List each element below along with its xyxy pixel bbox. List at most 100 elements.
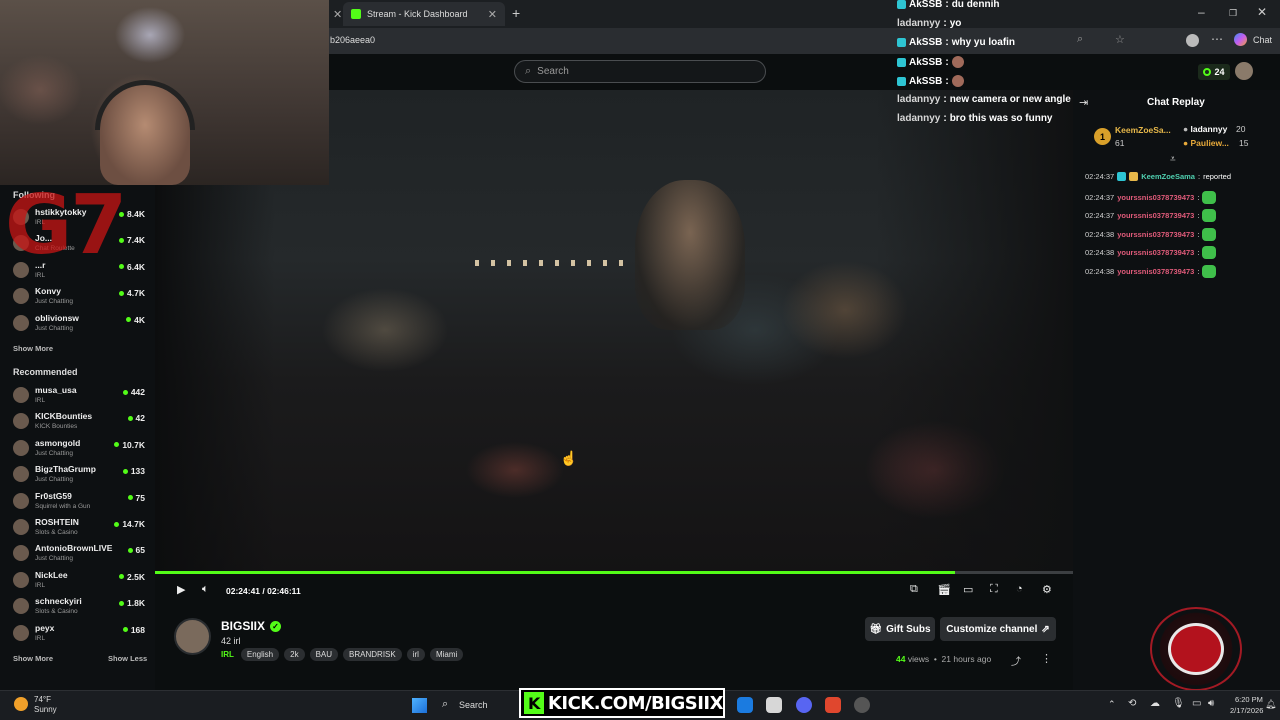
fullscreen-icon[interactable]: ⛶ — [990, 583, 998, 596]
gifter-3-name[interactable]: ● Pauliew... — [1183, 138, 1229, 148]
channel-name: Konvy — [35, 286, 61, 297]
chat-username[interactable]: yourssnis0378739473 — [1117, 193, 1194, 202]
taskbar-search-label[interactable]: Search — [459, 700, 488, 710]
clock-date[interactable]: 2/17/2026 — [1230, 706, 1263, 715]
views-count: 44 — [896, 654, 906, 664]
notification-icon[interactable]: 🔔︎ — [1265, 699, 1276, 710]
sidebar-channel[interactable]: asmongold Just Chatting 10.7K — [13, 436, 149, 460]
stream-tag[interactable]: Miami — [429, 648, 464, 661]
weather-condition: Sunny — [34, 705, 57, 714]
search-input[interactable]: ⌕ Search — [514, 60, 766, 83]
clip-icon[interactable]: 🎬︎ — [937, 583, 951, 596]
profile-icon[interactable] — [1186, 34, 1199, 47]
more-menu-icon[interactable]: ⋯ — [1211, 32, 1223, 46]
gift-subs-button[interactable]: 🎁︎ Gift Subs — [865, 617, 935, 641]
theater-icon[interactable]: ▭ — [963, 583, 973, 596]
more-options-icon[interactable]: ⋮ — [1041, 652, 1052, 665]
tray-app-icon[interactable]: ⟲ — [1128, 698, 1136, 709]
settings-gear-icon[interactable]: ⚙ — [1042, 583, 1052, 596]
search-icon: ⌕ — [525, 65, 532, 77]
tray-mic-icon[interactable]: 🎙︎ — [1172, 698, 1185, 709]
volume-icon[interactable]: 🔈︎ — [202, 583, 209, 596]
edge-icon[interactable] — [737, 697, 753, 713]
sidebar-channel[interactable]: ROSHTEIN Slots & Casino 14.7K — [13, 515, 149, 539]
stream-tag[interactable]: 2k — [284, 648, 305, 661]
viewer-count-text: 133 — [130, 466, 145, 477]
app-red-icon[interactable] — [825, 697, 841, 713]
zoom-icon[interactable]: ⌕ — [1077, 33, 1083, 46]
chat-replay-title: Chat Replay — [1147, 97, 1205, 108]
speed-icon[interactable]: ◔ — [1016, 583, 1023, 595]
channel-category: Just Chatting — [35, 324, 73, 332]
viewer-count: 133 — [122, 466, 145, 477]
chat-username[interactable]: yourssnis0378739473 — [1117, 248, 1194, 257]
sidebar-channel[interactable]: musa_usa IRL 442 — [13, 383, 149, 407]
sidebar-channel[interactable]: BigzThaGrump Just Chatting 133 — [13, 462, 149, 486]
share-icon[interactable]: ⤴ — [1011, 653, 1021, 668]
channel-avatar — [13, 492, 29, 509]
stream-category[interactable]: IRL — [221, 650, 234, 659]
overlay-chat-user: AkSSB — [909, 75, 943, 87]
sidebar-channel[interactable]: Fr0stG59 Squirrel with a Gun 75 — [13, 489, 149, 513]
user-avatar[interactable] — [1235, 62, 1253, 80]
restore-icon[interactable]: ❐ — [1229, 8, 1237, 19]
chat-button[interactable]: Chat — [1253, 35, 1272, 45]
tray-cloud-icon[interactable]: ☁ — [1150, 698, 1160, 709]
copilot-icon[interactable] — [1234, 33, 1247, 46]
overlay-chat-line: AkSSB: — [897, 56, 964, 68]
sidebar-channel[interactable]: AntonioBrownLIVE Just Chatting 65 — [13, 541, 149, 565]
close-window-icon[interactable]: ✕ — [1257, 5, 1267, 19]
windows-start-icon[interactable] — [412, 698, 427, 713]
minimize-icon[interactable]: – — [1198, 5, 1205, 19]
chat-username[interactable]: yourssnis0378739473 — [1117, 267, 1194, 276]
overlay-chat-separator: : — [943, 113, 947, 124]
stream-tag[interactable]: BAU — [309, 648, 339, 661]
sidebar-channel[interactable]: oblivionsw Just Chatting 4K — [13, 311, 149, 335]
favorite-icon[interactable]: ☆ — [1115, 33, 1125, 46]
customize-channel-button[interactable]: Customize channel ⇗ — [940, 617, 1056, 641]
discord-icon[interactable] — [796, 697, 812, 713]
url-text[interactable]: b206aeea0 — [330, 35, 375, 45]
show-less-button[interactable]: Show Less — [108, 654, 147, 663]
top-gifter-name[interactable]: KeemZoeSa... — [1115, 125, 1171, 135]
emote-icon — [951, 56, 964, 68]
channel-name: Fr0stG59 — [35, 490, 72, 501]
gifter-2-name[interactable]: ● ladannyy — [1183, 124, 1227, 134]
sidebar-channel[interactable]: Konvy Just Chatting 4.7K — [13, 284, 149, 308]
sidebar-channel[interactable]: schneckyiri Slots & Casino 1.8K — [13, 594, 149, 618]
show-more-following-button[interactable]: Show More — [13, 344, 53, 353]
new-tab-icon[interactable]: + — [512, 5, 520, 21]
overlay-chat-user: ladannyy — [897, 94, 941, 105]
points-badge[interactable]: 24 — [1198, 64, 1230, 80]
tab-close-icon[interactable]: ✕ — [488, 8, 497, 21]
app-icon[interactable] — [766, 697, 782, 713]
channel-name: ROSHTEIN — [35, 517, 79, 527]
points-icon — [1203, 68, 1212, 76]
chat-username[interactable]: yourssnis0378739473 — [1117, 230, 1194, 239]
pip-icon[interactable]: ⧉ — [910, 583, 918, 596]
sidebar-channel[interactable]: NickLee IRL 2.5K — [13, 568, 149, 592]
collapse-chat-icon[interactable]: ⇥ — [1079, 96, 1088, 109]
points-count: 24 — [1214, 67, 1225, 77]
chat-username[interactable]: KeemZoeSama — [1141, 172, 1195, 181]
viewer-count: 168 — [122, 625, 145, 635]
obs-icon[interactable] — [854, 697, 870, 713]
live-dot-icon — [119, 574, 125, 580]
chat-username[interactable]: yourssnis0378739473 — [1117, 211, 1194, 220]
tray-chevron-icon[interactable]: ⌃ — [1108, 699, 1116, 710]
tab-kick-dashboard[interactable]: Stream - Kick Dashboard ✕ — [343, 2, 505, 26]
clock-time[interactable]: 6:20 PM — [1235, 695, 1263, 704]
streamer-avatar[interactable] — [174, 618, 211, 655]
streamer-name[interactable]: BIGSIIX ✓ — [221, 619, 282, 633]
sidebar-channel[interactable]: KICKBounties KICK Bounties 42 — [13, 409, 149, 433]
expand-pinned-icon[interactable]: ⩡ — [1170, 154, 1176, 165]
taskbar-search-icon[interactable]: ⌕ — [442, 698, 448, 711]
stream-tag[interactable]: BRANDRISK — [343, 648, 402, 661]
show-more-recommended-button[interactable]: Show More — [13, 654, 53, 663]
stream-tag[interactable]: English — [240, 648, 280, 661]
sidebar-channel[interactable]: peyx IRL 168 — [13, 621, 149, 645]
tray-volume-icon[interactable]: 🔊︎ — [1208, 698, 1214, 709]
tray-network-icon[interactable]: ▭ — [1192, 698, 1201, 709]
play-icon[interactable]: ▶ — [177, 583, 185, 596]
stream-tag[interactable]: irl — [406, 648, 425, 661]
